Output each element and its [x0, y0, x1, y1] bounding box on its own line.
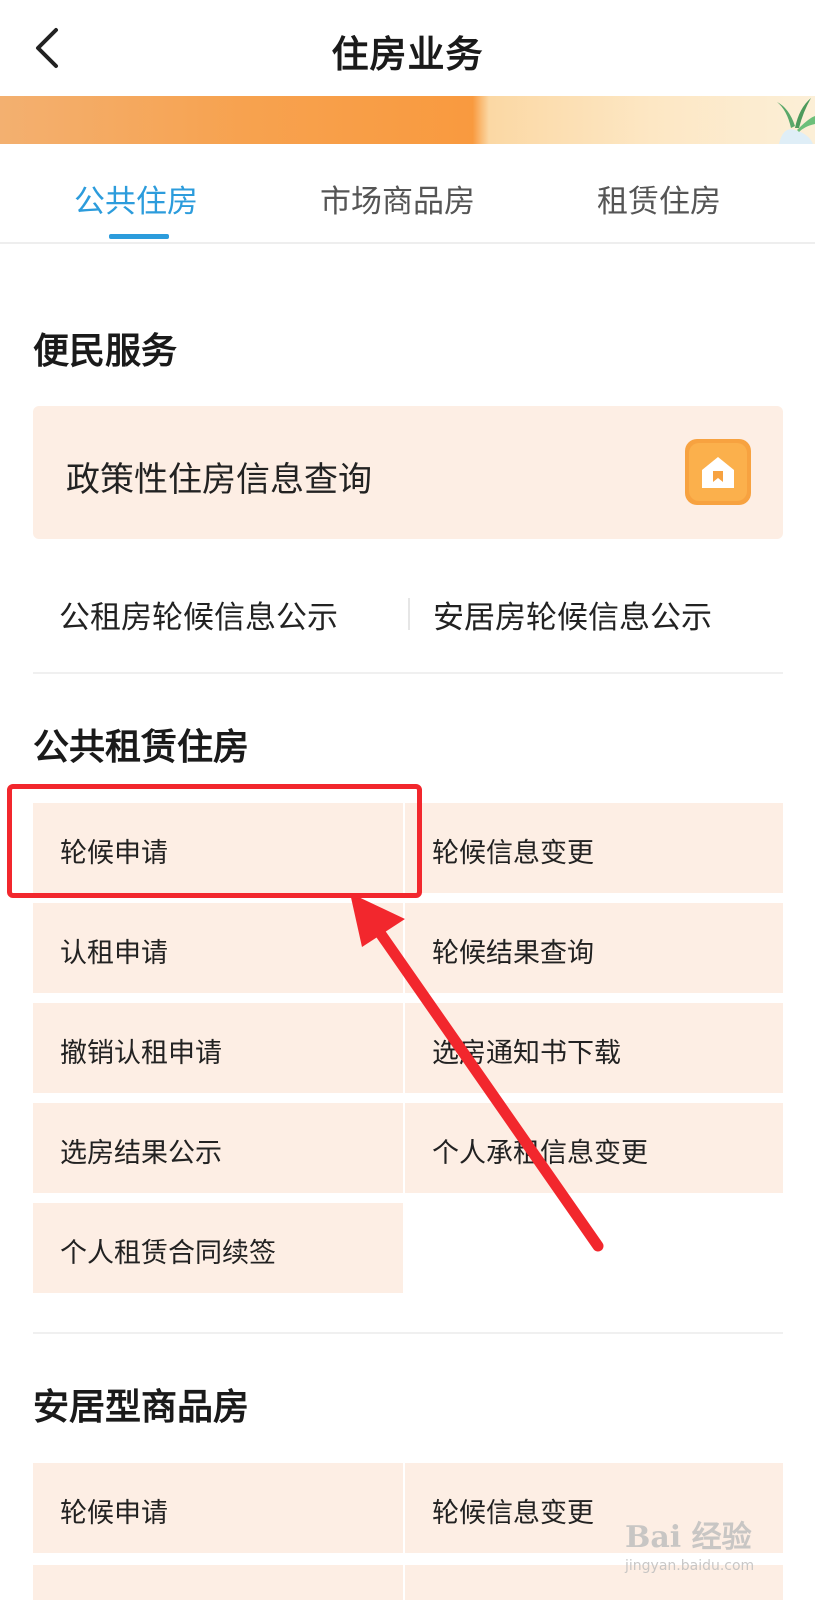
section-title-convenience: 便民服务: [33, 331, 178, 372]
page-title: 住房业务: [331, 33, 484, 76]
section-divider: [33, 1332, 783, 1334]
tile-label: 个人租赁合同续签: [60, 1238, 276, 1269]
tile-cancel-rent-application[interactable]: 撤销认租申请: [33, 1003, 403, 1093]
tile-label: 轮候信息变更: [432, 1498, 594, 1529]
tile-label: 个人承租信息变更: [432, 1138, 648, 1169]
tile-selection-notice-download[interactable]: 选房通知书下载: [405, 1003, 783, 1093]
tile-label: 选房通知书下载: [432, 1038, 621, 1069]
tile-label: 轮候申请: [60, 1498, 168, 1529]
tile-label: 选房结果公示: [60, 1138, 222, 1169]
tile-label: 撤销认租申请: [60, 1038, 222, 1069]
link-separator: [408, 598, 410, 630]
tile-label: 轮候信息变更: [432, 838, 594, 869]
section-title-anju: 安居型商品房: [33, 1387, 250, 1428]
house-icon: [685, 439, 751, 505]
tab-active-indicator: [109, 234, 169, 239]
tile-label: 认租申请: [60, 938, 168, 969]
tab-bar: 公共住房 市场商品房 租赁住房: [0, 144, 815, 244]
plant-icon: [777, 98, 815, 144]
tile-queue-result-query[interactable]: 轮候结果查询: [405, 903, 783, 993]
tile-selection-result-notice[interactable]: 选房结果公示: [33, 1103, 403, 1193]
policy-housing-query-card[interactable]: 政策性住房信息查询: [33, 406, 783, 539]
link-anju-queue-notice[interactable]: 安居房轮候信息公示: [433, 592, 712, 637]
tab-public-housing[interactable]: 公共住房: [74, 176, 198, 221]
tile-lease-renewal[interactable]: 个人租赁合同续签: [33, 1203, 403, 1293]
tile-queue-info-change[interactable]: 轮候信息变更: [405, 803, 783, 893]
tab-rental-housing[interactable]: 租赁住房: [597, 176, 721, 221]
link-public-rental-queue-notice[interactable]: 公租房轮候信息公示: [59, 592, 338, 637]
policy-housing-query-label: 政策性住房信息查询: [66, 460, 372, 500]
tile-rent-application[interactable]: 认租申请: [33, 903, 403, 993]
tile-anju-queue-application[interactable]: 轮候申请: [33, 1463, 403, 1553]
tile-tenant-info-change[interactable]: 个人承租信息变更: [405, 1103, 783, 1193]
nav-bar: 住房业务: [0, 0, 815, 96]
banner[interactable]: [0, 96, 815, 144]
watermark: Bai 经验 jingyan.baidu.com: [625, 1510, 805, 1590]
annotation-highlight-box: [7, 784, 422, 898]
tab-market-housing[interactable]: 市场商品房: [320, 176, 475, 221]
watermark-brand: Bai 经验: [625, 1520, 752, 1555]
section-title-public-rental: 公共租赁住房: [33, 727, 250, 768]
tile-partial[interactable]: [33, 1565, 403, 1600]
section-divider: [33, 672, 783, 674]
watermark-url: jingyan.baidu.com: [625, 1558, 755, 1574]
tile-label: 轮候结果查询: [432, 938, 594, 969]
